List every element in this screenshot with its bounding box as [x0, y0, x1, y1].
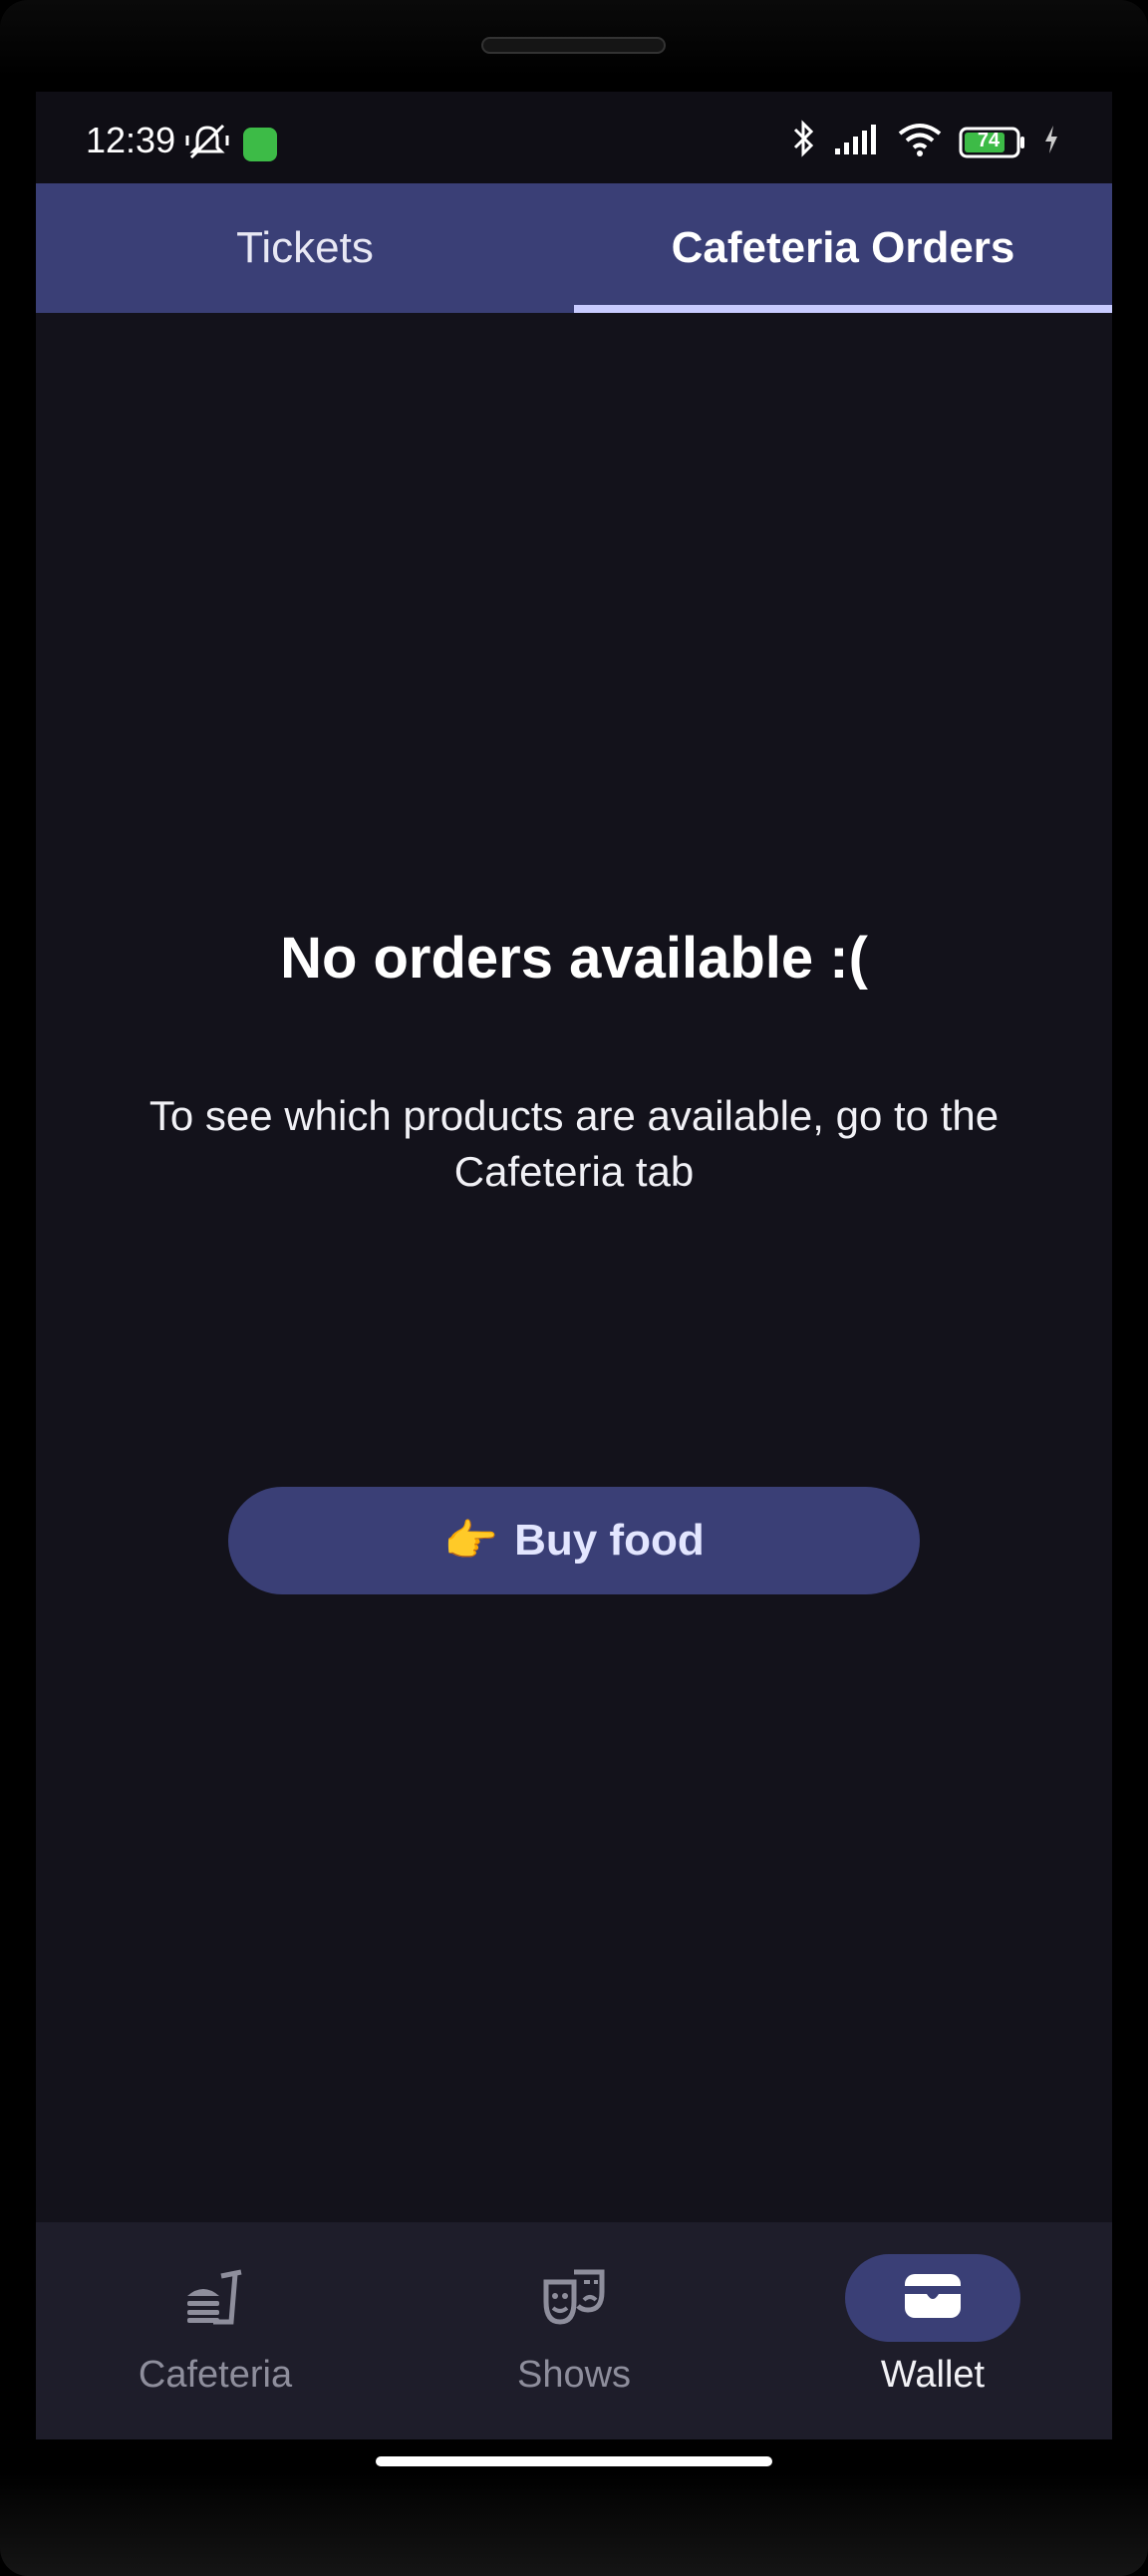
bottom-navigation: Cafeteria Shows Wallet: [36, 2222, 1112, 2439]
nav-item-shows[interactable]: Shows: [395, 2222, 753, 2439]
bluetooth-icon: [791, 120, 817, 164]
tab-tickets[interactable]: Tickets: [36, 183, 574, 313]
nav-label-cafeteria: Cafeteria: [138, 2354, 293, 2396]
nav-label-wallet: Wallet: [880, 2354, 986, 2396]
status-right-icons: 74: [791, 120, 1060, 164]
app-notification-icon: [243, 127, 277, 161]
app-screen: 12:39 74 Tickets Cafeteria Orders No ord…: [36, 92, 1112, 2439]
theater-masks-icon: [542, 2266, 606, 2331]
battery-icon: 74: [959, 127, 1026, 158]
nav-item-wallet[interactable]: Wallet: [753, 2222, 1112, 2439]
tab-cafeteria-orders-label: Cafeteria Orders: [671, 223, 1015, 272]
status-left-icons: [185, 122, 277, 166]
signal-icon: [833, 123, 881, 161]
vibrate-off-icon: [185, 122, 229, 166]
tab-cafeteria-orders[interactable]: Cafeteria Orders: [574, 183, 1112, 313]
nav-icon-container: [128, 2254, 303, 2342]
pointing-hand-emoji: 👉: [443, 1517, 499, 1566]
earpiece-speaker: [481, 37, 666, 54]
nav-icon-container: [845, 2254, 1020, 2342]
buy-food-button[interactable]: 👉 Buy food: [228, 1487, 920, 1594]
nav-item-cafeteria[interactable]: Cafeteria: [36, 2222, 395, 2439]
buy-food-label: Buy food: [514, 1516, 705, 1565]
wifi-icon: [897, 122, 943, 162]
home-indicator[interactable]: [376, 2456, 772, 2466]
top-tab-bar: Tickets Cafeteria Orders: [36, 183, 1112, 313]
status-bar: 12:39 74: [36, 92, 1112, 183]
wallet-icon: [903, 2272, 963, 2325]
empty-state-description: To see which products are available, go …: [148, 1092, 1000, 1195]
battery-level: 74: [977, 129, 1001, 151]
fastfood-icon: [183, 2266, 247, 2331]
nav-label-shows: Shows: [516, 2354, 632, 2396]
empty-state-title: No orders available :(: [280, 926, 868, 991]
status-time: 12:39: [86, 120, 176, 160]
tab-tickets-label: Tickets: [236, 223, 374, 272]
charging-icon: [1042, 124, 1060, 160]
phone-frame: 12:39 74 Tickets Cafeteria Orders No ord…: [0, 0, 1148, 2576]
nav-icon-container: [486, 2254, 662, 2342]
